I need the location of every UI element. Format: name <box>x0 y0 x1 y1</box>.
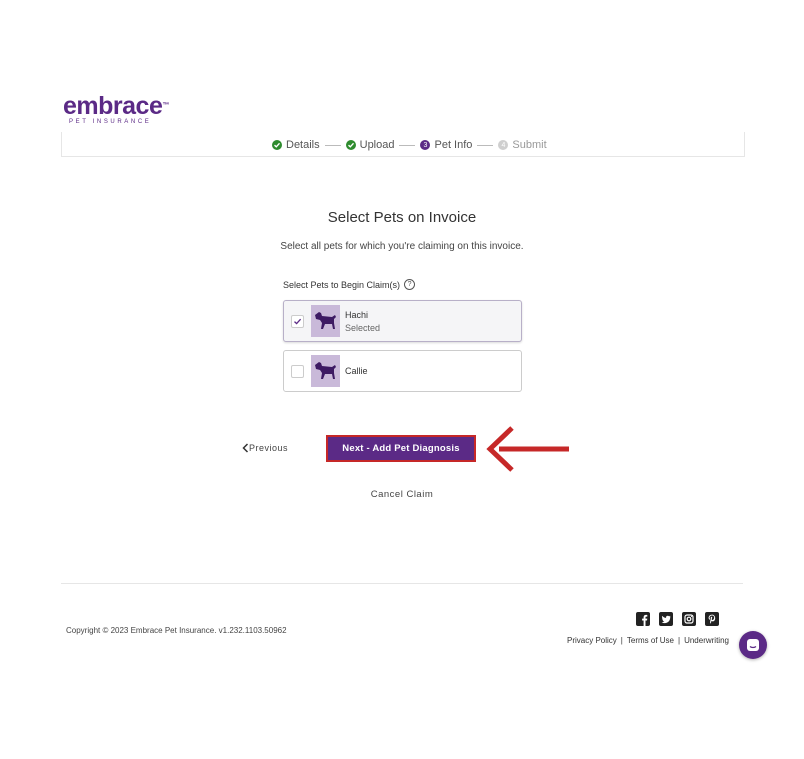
checkmark-icon <box>294 318 302 325</box>
pet-checkbox[interactable] <box>291 364 304 378</box>
facebook-icon[interactable] <box>636 612 650 626</box>
previous-label: Previous <box>249 443 289 453</box>
step-upload: Upload <box>345 139 395 151</box>
next-add-pet-diagnosis-button[interactable]: Next - Add Pet Diagnosis <box>326 435 476 462</box>
embrace-logo[interactable]: embrace™ PET INSURANCE <box>63 92 169 126</box>
section-label-text: Select Pets to Begin Claim(s) <box>283 279 401 290</box>
section-label: Select Pets to Begin Claim(s) ? <box>283 279 416 290</box>
page-subtitle: Select all pets for which you're claimin… <box>280 241 524 252</box>
footer-divider <box>61 583 743 584</box>
logo-wordmark: embrace <box>63 92 163 120</box>
step-divider <box>399 144 416 146</box>
step-submit: 4 Submit <box>498 139 547 151</box>
pet-name: Callie <box>345 366 368 376</box>
chat-launcher-button[interactable] <box>739 631 767 659</box>
step-details: Details <box>272 139 320 151</box>
social-links <box>636 612 719 626</box>
pet-checkbox[interactable] <box>291 314 304 328</box>
terms-of-use-link[interactable]: Terms of Use <box>627 636 674 645</box>
pet-card-hachi[interactable]: Hachi Selected <box>283 300 522 342</box>
privacy-policy-link[interactable]: Privacy Policy <box>567 636 617 645</box>
pet-card-callie[interactable]: Callie <box>283 350 522 392</box>
link-separator: | <box>620 636 623 645</box>
page-title: Select Pets on Invoice <box>327 209 477 226</box>
step-label: Submit <box>512 139 547 151</box>
twitter-icon[interactable] <box>659 612 673 626</box>
footer-links: Privacy Policy | Terms of Use | Underwri… <box>567 636 729 645</box>
pinterest-icon[interactable] <box>705 612 719 626</box>
step-label: Upload <box>359 139 395 151</box>
step-number-icon: 4 <box>498 140 509 150</box>
dog-avatar-icon <box>311 355 340 387</box>
progress-stepper: Details Upload 3 Pet Info 4 Submit <box>272 139 547 151</box>
pet-status: Selected <box>345 322 381 333</box>
step-pet-info: 3 Pet Info <box>420 139 472 151</box>
step-number-icon: 3 <box>420 140 431 150</box>
check-circle-icon <box>272 140 282 150</box>
logo-tm: ™ <box>162 102 169 109</box>
cancel-claim-link[interactable]: Cancel Claim <box>0 489 804 500</box>
step-label: Pet Info <box>434 139 473 151</box>
link-separator: | <box>678 636 681 645</box>
logo-tagline: PET INSURANCE <box>69 119 152 125</box>
step-divider <box>324 144 341 146</box>
copyright-text: Copyright © 2023 Embrace Pet Insurance. … <box>66 626 287 635</box>
pet-name: Hachi <box>345 309 369 320</box>
annotation-arrow-icon <box>486 426 569 472</box>
underwriting-link[interactable]: Underwriting <box>684 636 729 645</box>
instagram-icon[interactable] <box>682 612 696 626</box>
dog-avatar-icon <box>311 305 340 337</box>
chevron-left-icon <box>242 443 249 453</box>
previous-button[interactable]: Previous <box>242 443 288 453</box>
check-circle-icon <box>345 140 356 150</box>
step-label: Details <box>286 139 320 151</box>
step-divider <box>477 144 494 146</box>
chat-icon <box>747 639 759 651</box>
help-icon[interactable]: ? <box>404 279 416 290</box>
